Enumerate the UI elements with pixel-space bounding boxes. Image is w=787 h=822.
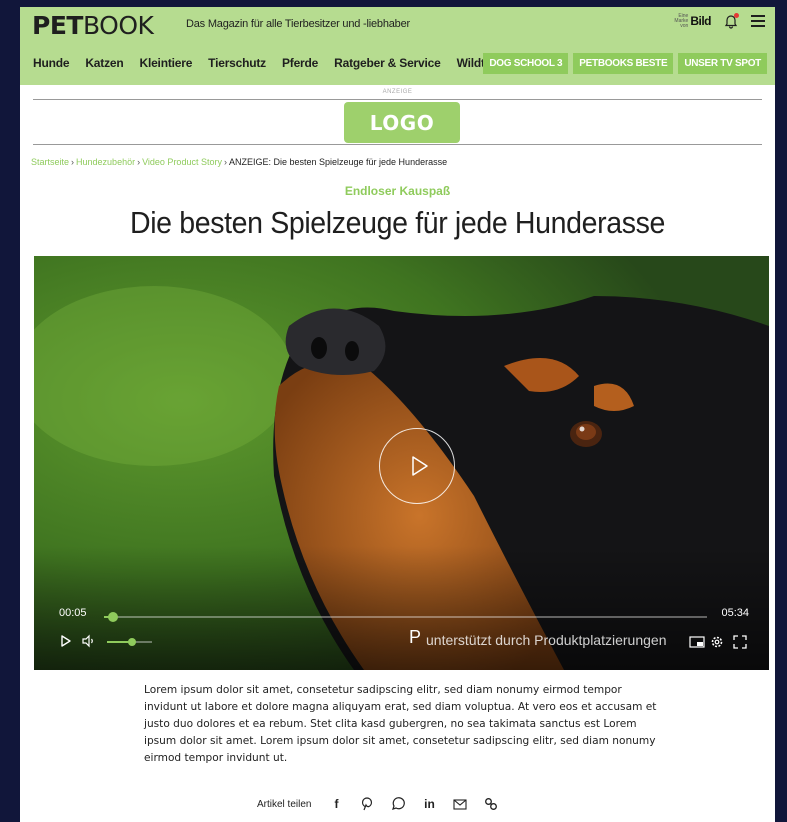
nav-buttons: DOG SCHOOL 3 PETBOOKS BESTE UNSER TV SPO… (483, 53, 767, 74)
pinterest-icon[interactable] (359, 796, 375, 812)
tv-spot-button[interactable]: UNSER TV SPOT (678, 53, 767, 74)
video-play-overlay-button[interactable] (379, 428, 455, 504)
linkedin-icon[interactable]: in (421, 796, 437, 812)
play-icon (412, 456, 428, 476)
page: PET BOOK Das Magazin für alle Tierbesitz… (20, 7, 775, 822)
video-progress-handle[interactable] (108, 612, 119, 622)
nav-item-hunde[interactable]: Hunde (33, 56, 70, 70)
article-kicker: Endloser Kauspaß (344, 184, 451, 198)
settings-gear-icon[interactable] (710, 635, 724, 649)
brand-light: BOOK (82, 11, 154, 40)
volume-handle[interactable] (127, 638, 136, 646)
site-header: PET BOOK Das Magazin für alle Tierbesitz… (20, 7, 775, 85)
site-logo[interactable]: PET BOOK (32, 11, 154, 40)
header-icons: Eine Marke von Bild (670, 13, 765, 29)
nav-item-tierschutz[interactable]: Tierschutz (208, 56, 266, 70)
breadcrumb-separator: › (137, 157, 141, 167)
bild-small-text: Eine Marke von (674, 12, 689, 29)
bild-logo: Bild (690, 14, 711, 28)
video-player[interactable]: 00:05 05:34 P unterstützt durch Produktp… (34, 256, 769, 670)
breadcrumb-link-hundezubehoer[interactable]: Hundezubehör (76, 157, 135, 167)
video-total-time: 05:34 (721, 607, 749, 619)
breadcrumb-separator: › (223, 157, 227, 167)
article-body: Lorem ipsum dolor sit amet, consetetur s… (144, 684, 657, 764)
fullscreen-icon[interactable] (733, 635, 747, 649)
mail-icon[interactable] (452, 796, 468, 812)
hamburger-menu-icon[interactable] (751, 15, 765, 27)
video-progress-bar[interactable] (104, 612, 707, 622)
link-icon[interactable] (483, 796, 499, 812)
ad-bottom-divider (33, 144, 762, 145)
nav-item-kleintiere[interactable]: Kleintiere (139, 56, 192, 70)
notification-dot (734, 13, 739, 18)
breadcrumb-current: ANZEIGE: Die besten Spielzeuge für jede … (228, 157, 448, 167)
brand-bold: PET (32, 11, 83, 40)
ad-logo-banner[interactable]: LOGO (344, 102, 460, 143)
volume-icon[interactable] (81, 634, 97, 648)
nav-item-pferde[interactable]: Pferde (282, 56, 318, 70)
picture-in-picture-icon[interactable] (689, 635, 705, 649)
breadcrumb: Startseite › Hundezubehör › Video Product St… (31, 157, 447, 167)
share-bar: Artikel teilen f in (257, 796, 499, 812)
play-icon[interactable] (59, 634, 73, 648)
breadcrumb-separator: › (71, 157, 75, 167)
product-placement-text: unterstützt durch Produktplatzierungen (426, 632, 667, 648)
ad-label: ANZEIGE (382, 89, 413, 95)
dog-school-button[interactable]: DOG SCHOOL 3 (483, 53, 569, 74)
whatsapp-icon[interactable] (390, 796, 406, 812)
tagline: Das Magazin für alle Tierbesitzer und -l… (186, 18, 410, 30)
product-placement-badge: P (409, 627, 422, 647)
breadcrumb-link-video-story[interactable]: Video Product Story (142, 157, 222, 167)
nav-item-ratgeber[interactable]: Ratgeber & Service (334, 56, 441, 70)
article-title: Die besten Spielzeuge für jede Hunderass… (129, 205, 666, 240)
bild-brand-link[interactable]: Eine Marke von Bild (670, 12, 711, 29)
ad-top-divider (33, 99, 762, 100)
volume-slider[interactable] (107, 638, 152, 646)
breadcrumb-link-startseite[interactable]: Startseite (31, 157, 69, 167)
share-label: Artikel teilen (257, 798, 312, 810)
nav-item-katzen[interactable]: Katzen (85, 56, 123, 70)
main-nav: Hunde Katzen Kleintiere Tierschutz Pferd… (33, 56, 521, 70)
petbooks-beste-button[interactable]: PETBOOKS BESTE (573, 53, 674, 74)
video-current-time: 00:05 (59, 607, 87, 619)
notification-bell-icon[interactable] (723, 13, 739, 29)
facebook-icon[interactable]: f (328, 796, 344, 812)
